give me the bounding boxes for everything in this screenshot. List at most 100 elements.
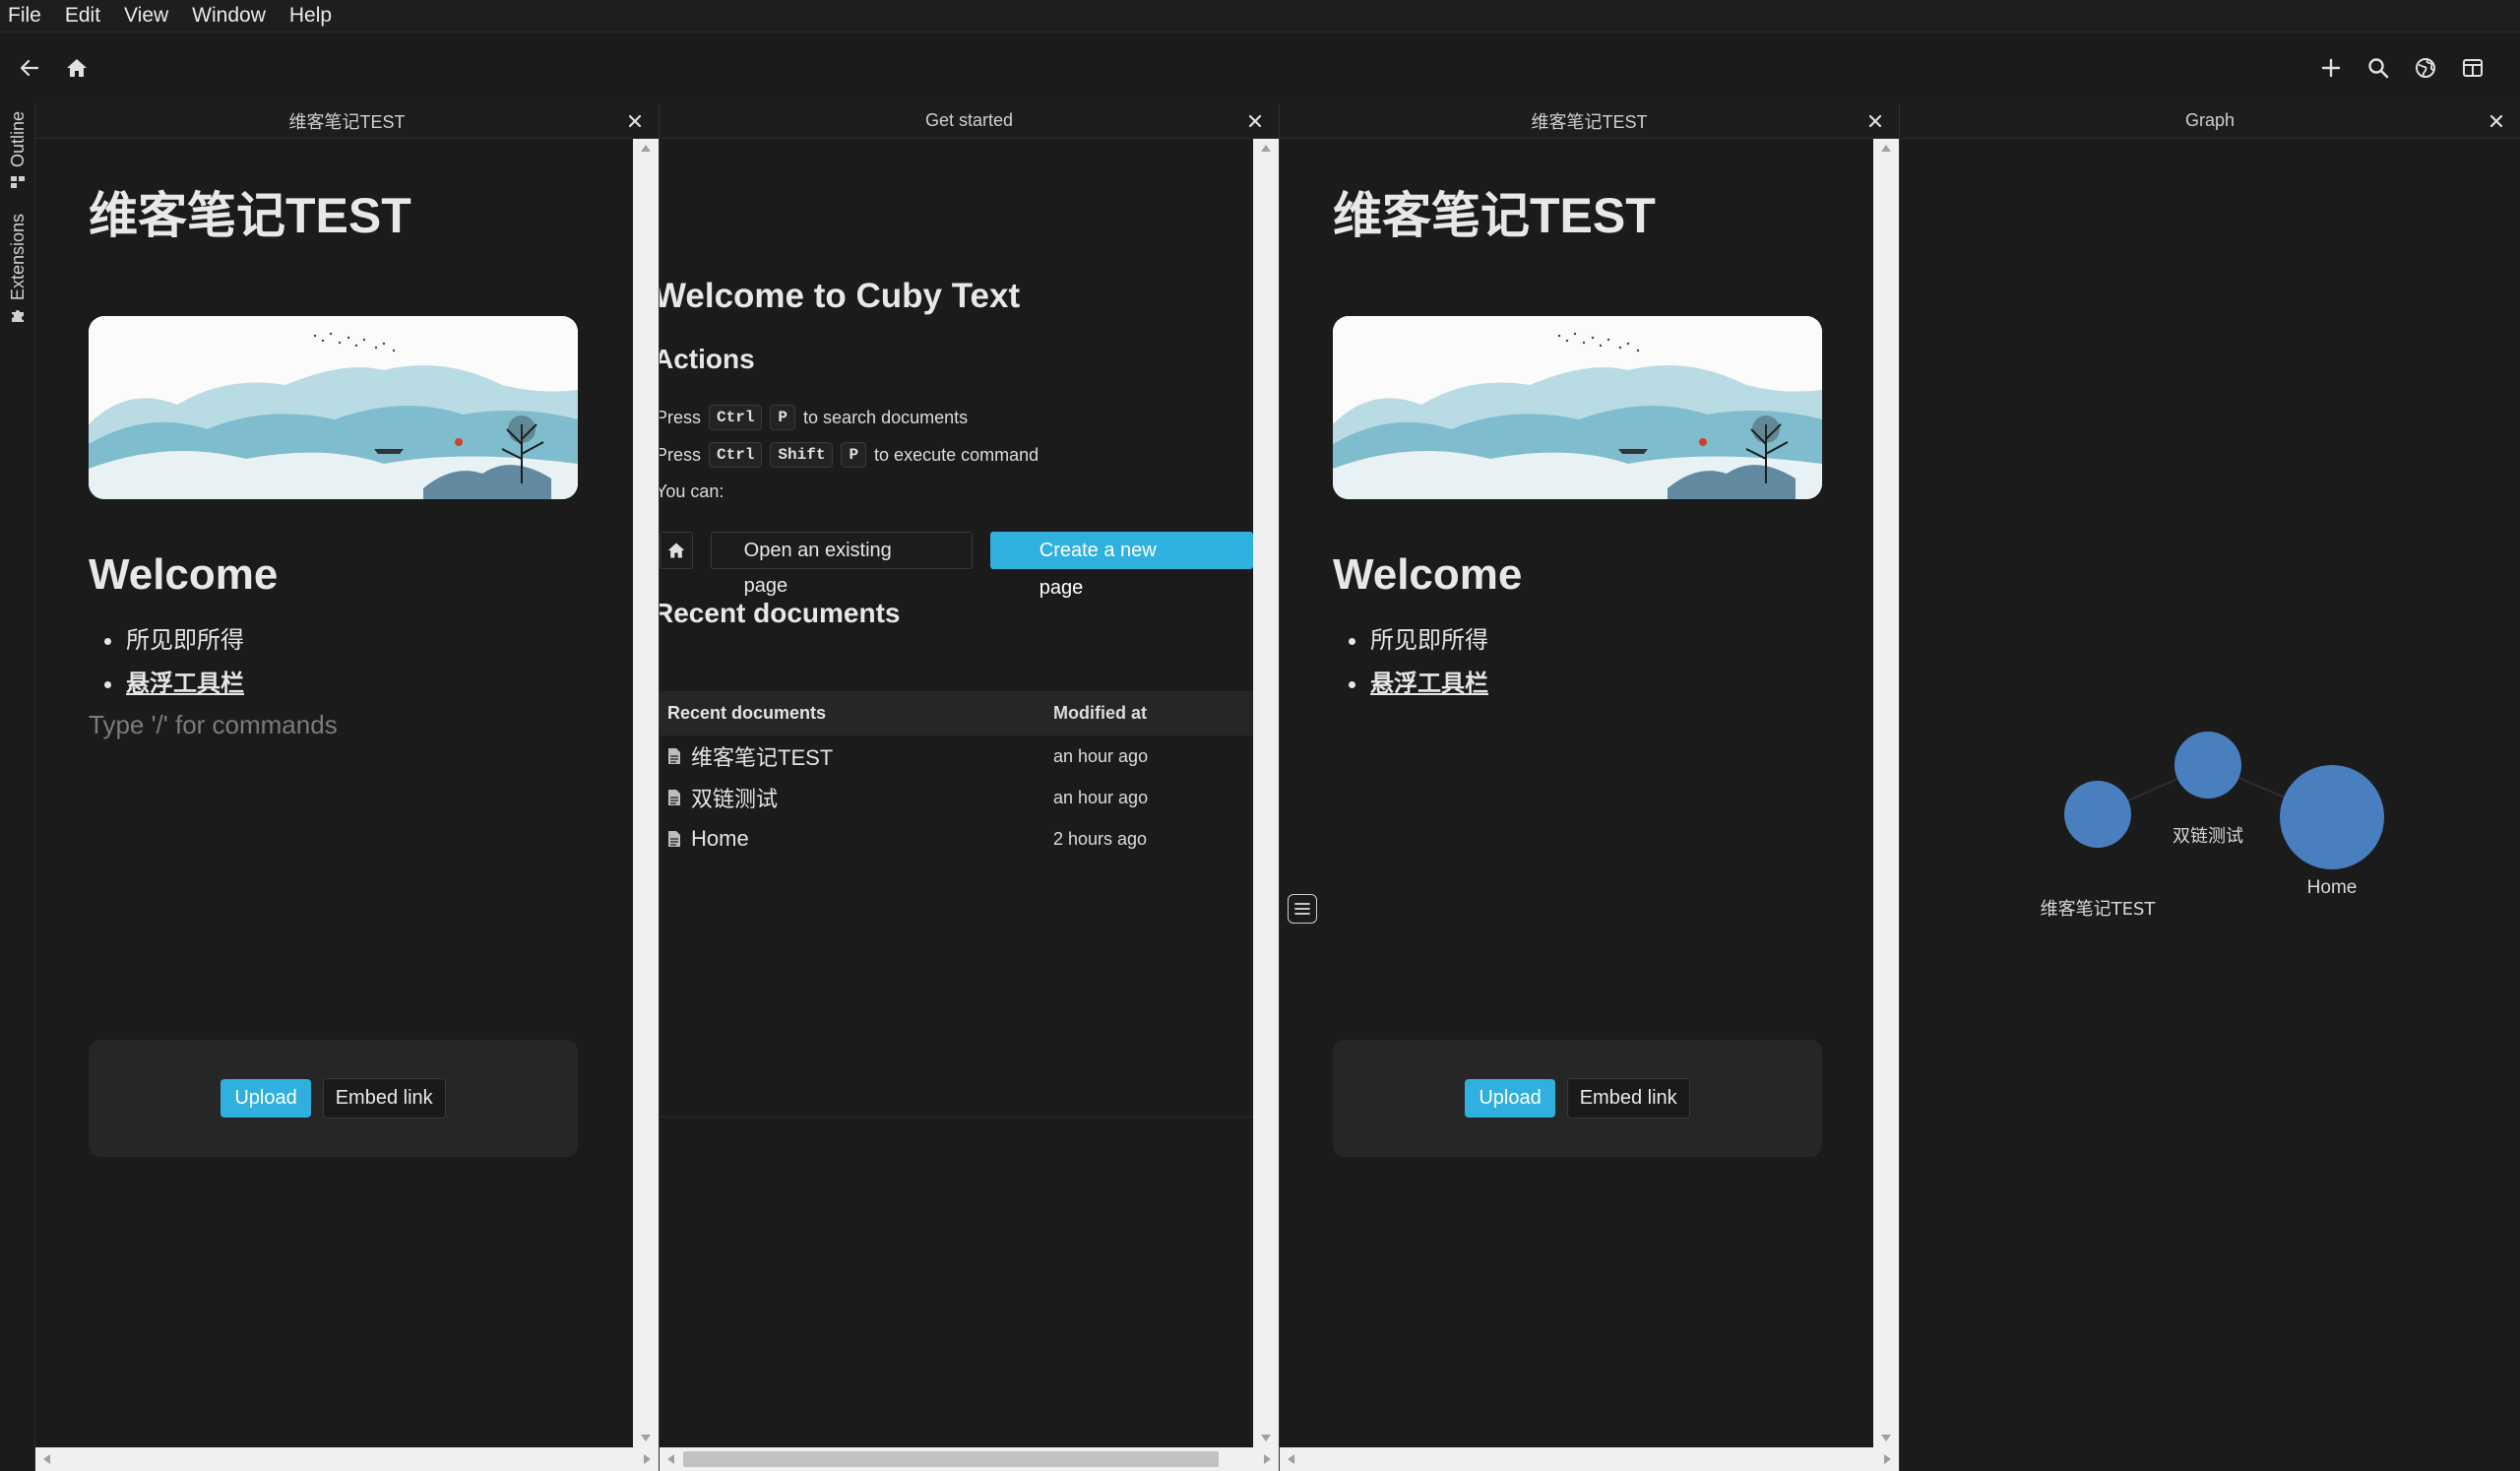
home-button[interactable] <box>59 50 94 86</box>
horizontal-scrollbar[interactable] <box>35 1447 659 1471</box>
upload-button[interactable]: Upload <box>1465 1079 1555 1118</box>
graph-node[interactable] <box>2064 781 2131 848</box>
vertical-scrollbar[interactable] <box>633 139 659 1447</box>
horizontal-scrollbar[interactable] <box>660 1447 1279 1471</box>
editor-body[interactable]: 维客笔记TEST Welcome 所见即所得 悬浮工具栏 <box>35 139 659 1471</box>
get-started-pane: Get started Welcome to Cuby Text Actions… <box>660 103 1280 1471</box>
list-item[interactable]: 所见即所得 <box>89 619 244 663</box>
table-row[interactable]: 双链测试 an hour ago <box>660 777 1253 818</box>
list-item-text: 所见即所得 <box>126 627 244 654</box>
page-title[interactable]: 维客笔记TEST <box>89 176 411 247</box>
horizontal-scrollbar[interactable] <box>1280 1447 1899 1471</box>
document-icon <box>668 831 680 847</box>
doc-name-cell: Home <box>660 826 1053 852</box>
menu-view[interactable]: View <box>124 4 168 28</box>
outline-tab[interactable]: Outline <box>3 111 32 191</box>
outline-icon <box>11 176 25 189</box>
get-started-actions: Open an existing page Create a new page <box>660 532 1253 599</box>
media-upload-block: Upload Embed link <box>1333 1040 1822 1157</box>
graph-node-label: 双链测试 <box>2173 826 2243 847</box>
list-item[interactable]: 所见即所得 <box>1333 619 1488 663</box>
block-menu-handle[interactable] <box>1288 894 1317 924</box>
column-header-modified: Modified at <box>1053 703 1147 723</box>
welcome-heading[interactable]: Welcome <box>89 550 278 600</box>
doc-name-cell: 维客笔记TEST <box>660 740 1053 772</box>
list-item-link-text[interactable]: 悬浮工具栏 <box>126 671 244 697</box>
list-menu-icon <box>1294 903 1310 915</box>
recent-documents-heading: Recent documents <box>660 598 901 628</box>
extensions-tab[interactable]: Extensions <box>3 214 32 324</box>
tab-wiki-note-right[interactable]: 维客笔记TEST <box>1280 103 1899 139</box>
shortcut-search-line: Press Ctrl P to search documents <box>660 405 968 430</box>
doc-name[interactable]: 维客笔记TEST <box>691 740 833 772</box>
puzzle-icon <box>12 310 24 323</box>
modified-at: 2 hours ago <box>1053 828 1148 849</box>
shortcut-command-line: Press Ctrl Shift P to execute command <box>660 442 1039 468</box>
list-item-link-text[interactable]: 悬浮工具栏 <box>1370 671 1488 697</box>
close-icon[interactable] <box>625 111 645 131</box>
tab-title: Graph <box>2184 110 2236 130</box>
tab-title: Get started <box>924 110 1014 130</box>
close-icon[interactable] <box>2487 111 2506 131</box>
graph-node[interactable] <box>2174 732 2241 799</box>
shortcut-prefix: Press <box>660 444 702 465</box>
document-icon <box>668 748 680 764</box>
back-button[interactable] <box>12 50 47 86</box>
cover-image[interactable] <box>89 316 578 499</box>
embed-link-button[interactable]: Embed link <box>1566 1078 1690 1119</box>
search-button[interactable] <box>2361 50 2396 86</box>
globe-button[interactable] <box>2408 50 2443 86</box>
menu-edit[interactable]: Edit <box>65 4 100 28</box>
plus-icon <box>2321 58 2341 78</box>
menu-file[interactable]: File <box>8 4 41 28</box>
ink-landscape-image <box>1333 316 1822 499</box>
doc-name[interactable]: Home <box>691 826 749 852</box>
embed-link-button[interactable]: Embed link <box>322 1078 446 1119</box>
tab-graph[interactable]: Graph <box>1900 103 2520 139</box>
kbd-ctrl: Ctrl <box>709 405 763 430</box>
list-item[interactable]: 悬浮工具栏 <box>89 663 244 706</box>
you-can-line: You can: <box>660 481 724 501</box>
tab-get-started[interactable]: Get started <box>660 103 1279 139</box>
graph-node-label: 维客笔记TEST <box>2041 899 2157 920</box>
graph-canvas[interactable]: 维客笔记TEST 双链测试 Home <box>1900 139 2520 1471</box>
link-graph[interactable]: 维客笔记TEST 双链测试 Home <box>1900 139 2520 1471</box>
home-page-button[interactable] <box>660 532 693 569</box>
editor-body[interactable]: 维客笔记TEST Welcome 所见即所得 悬浮工具栏 <box>1280 139 1899 1471</box>
extensions-label: Extensions <box>7 214 28 301</box>
close-icon[interactable] <box>1245 111 1265 131</box>
vertical-scrollbar[interactable] <box>1253 139 1279 1447</box>
vertical-scrollbar[interactable] <box>1873 139 1899 1447</box>
graph-node-label: Home <box>2307 877 2358 898</box>
welcome-heading[interactable]: Welcome <box>1333 550 1522 600</box>
get-started-title: Welcome to Cuby Text <box>660 277 1021 315</box>
graph-node[interactable] <box>2280 765 2384 869</box>
get-started-body: Welcome to Cuby Text Actions Press Ctrl … <box>660 139 1279 1471</box>
upload-button[interactable]: Upload <box>220 1079 311 1118</box>
column-header-name: Recent documents <box>667 703 827 723</box>
page-title[interactable]: 维客笔记TEST <box>1333 176 1656 247</box>
open-existing-page-button[interactable]: Open an existing page <box>710 532 973 597</box>
list-item[interactable]: 悬浮工具栏 <box>1333 663 1488 706</box>
menu-help[interactable]: Help <box>289 4 332 28</box>
graph-pane: Graph 维客笔记TEST 双链测试 Home <box>1900 103 2520 1471</box>
table-row[interactable]: Home 2 hours ago <box>660 818 1253 860</box>
cover-image[interactable] <box>1333 316 1822 499</box>
menu-window[interactable]: Window <box>192 4 266 28</box>
tab-wiki-note-left[interactable]: 维客笔记TEST <box>35 103 659 139</box>
close-icon[interactable] <box>1865 111 1885 131</box>
doc-name-cell: 双链测试 <box>660 782 1053 813</box>
home-icon <box>67 59 87 77</box>
back-arrow-icon <box>20 59 39 77</box>
editor-pane-right: 维客笔记TEST 维客笔记TEST Welcome 所见即所得 悬浮工具栏 Up… <box>1280 103 1900 1471</box>
table-row[interactable]: 维客笔记TEST an hour ago <box>660 736 1253 777</box>
split-view-button[interactable] <box>2455 50 2490 86</box>
new-page-button[interactable] <box>2313 50 2349 86</box>
doc-name[interactable]: 双链测试 <box>691 782 778 813</box>
create-new-page-button[interactable]: Create a new page <box>989 532 1253 599</box>
search-icon <box>2368 58 2389 79</box>
recent-documents-table: Recent documents Modified at 维客笔记TEST an… <box>660 691 1253 860</box>
modified-at: an hour ago <box>1053 787 1149 807</box>
bullet-list: 所见即所得 悬浮工具栏 <box>1333 619 1488 706</box>
command-placeholder[interactable]: Type '/' for commands <box>89 710 338 740</box>
